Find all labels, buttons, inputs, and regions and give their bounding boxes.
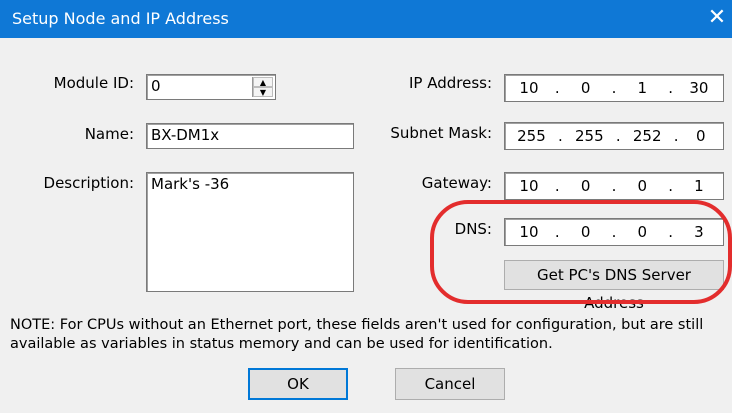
spin-up-icon[interactable]: ▲ bbox=[253, 77, 273, 87]
module-id-stepper[interactable]: 0 ▲ ▼ bbox=[146, 74, 276, 100]
cancel-button[interactable]: Cancel bbox=[395, 368, 505, 400]
gateway-label: Gateway: bbox=[421, 174, 492, 192]
subnet-octet-4: 0 bbox=[696, 127, 706, 145]
ok-button[interactable]: OK bbox=[248, 368, 348, 400]
subnet-octet-2: 255 bbox=[575, 127, 604, 145]
module-id-label: Module ID: bbox=[53, 74, 134, 92]
ip-octet-3: 1 bbox=[637, 79, 648, 97]
description-field[interactable]: Mark's -36 bbox=[146, 172, 354, 292]
subnet-octet-3: 252 bbox=[632, 127, 662, 145]
subnet-octet-1: 255 bbox=[517, 127, 546, 145]
ip-octet-4: 30 bbox=[689, 79, 709, 97]
gateway-field[interactable]: 10. 0. 0. 1 bbox=[504, 172, 724, 200]
description-label: Description: bbox=[43, 174, 134, 192]
ip-octet-2: 0 bbox=[580, 79, 591, 97]
window-title: Setup Node and IP Address bbox=[12, 9, 229, 28]
name-label: Name: bbox=[84, 125, 134, 143]
note-text: NOTE: For CPUs without an Ethernet port,… bbox=[10, 317, 704, 352]
name-value: BX-DM1x bbox=[151, 126, 220, 144]
gateway-octet-1: 10 bbox=[519, 177, 539, 195]
subnet-mask-label: Subnet Mask: bbox=[390, 124, 492, 142]
close-icon[interactable]: ✕ bbox=[706, 6, 728, 30]
description-value: Mark's -36 bbox=[151, 175, 230, 193]
gateway-octet-3: 0 bbox=[637, 177, 648, 195]
ip-octet-1: 10 bbox=[519, 79, 539, 97]
module-id-spinner[interactable]: ▲ ▼ bbox=[252, 77, 273, 97]
ip-address-field[interactable]: 10. 0. 1. 30 bbox=[504, 74, 724, 102]
annotation-outline bbox=[430, 200, 732, 304]
spin-down-icon[interactable]: ▼ bbox=[253, 87, 273, 97]
gateway-octet-4: 1 bbox=[694, 177, 704, 195]
subnet-mask-field[interactable]: 255. 255. 252. 0 bbox=[504, 122, 724, 150]
name-field[interactable]: BX-DM1x bbox=[146, 123, 354, 149]
ip-address-label: IP Address: bbox=[408, 74, 492, 92]
gateway-octet-2: 0 bbox=[580, 177, 591, 195]
